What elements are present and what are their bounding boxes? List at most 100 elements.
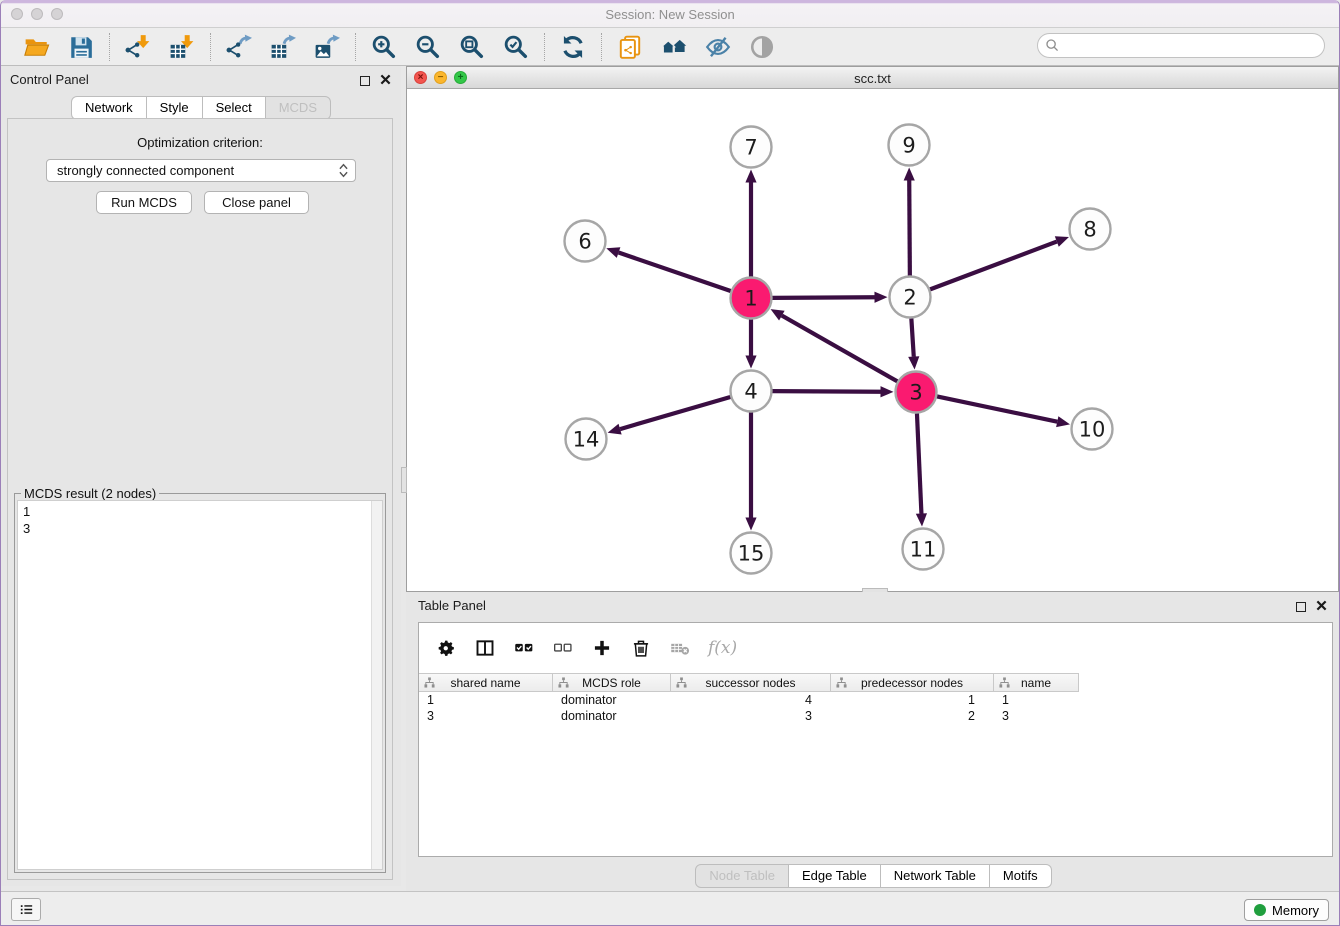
mcds-result-label: MCDS result (2 nodes)	[21, 486, 159, 501]
table-row[interactable]: 1dominator411	[419, 692, 1332, 708]
select-all-icon[interactable]	[513, 637, 535, 659]
optimization-criterion-label: Optimization criterion:	[8, 135, 392, 150]
edge-2-9[interactable]	[904, 167, 915, 275]
open-session-icon[interactable]	[23, 33, 51, 61]
edge-2-8[interactable]	[930, 236, 1069, 289]
control-panel-title: Control Panel	[10, 72, 89, 87]
edge-1-6[interactable]	[606, 247, 730, 291]
zoom-out-icon[interactable]	[414, 33, 442, 61]
edge-1-2[interactable]	[772, 292, 887, 303]
column-header-MCDS-role[interactable]: MCDS role	[553, 674, 671, 691]
node-15[interactable]: 15	[731, 533, 772, 574]
import-network-icon[interactable]	[124, 33, 152, 61]
cell-shared-name[interactable]: 3	[419, 708, 553, 724]
search-box[interactable]	[1037, 33, 1325, 58]
cell-shared-name[interactable]: 1	[419, 692, 553, 708]
column-header-successor-nodes[interactable]: successor nodes	[671, 674, 831, 691]
panel-splitter-handle[interactable]	[401, 467, 407, 493]
table-row[interactable]: 3dominator323	[419, 708, 1332, 724]
table-close-panel-icon[interactable]	[1316, 598, 1327, 616]
svg-text:14: 14	[573, 428, 600, 452]
node-4[interactable]: 4	[731, 371, 772, 412]
close-panel-icon[interactable]	[380, 72, 391, 90]
cell-MCDS-role[interactable]: dominator	[553, 708, 671, 724]
task-history-button[interactable]	[11, 898, 41, 921]
mcds-result-text[interactable]: 1 3	[17, 500, 383, 870]
run-mcds-button[interactable]: Run MCDS	[96, 191, 192, 214]
node-14[interactable]: 14	[566, 419, 607, 460]
cell-name[interactable]: 1	[994, 692, 1079, 708]
node-8[interactable]: 8	[1070, 209, 1111, 250]
column-header-predecessor-nodes[interactable]: predecessor nodes	[831, 674, 994, 691]
import-table-icon[interactable]	[168, 33, 196, 61]
node-10[interactable]: 10	[1072, 409, 1113, 450]
node-11[interactable]: 11	[903, 529, 944, 570]
window-titlebar: Session: New Session	[1, 0, 1339, 28]
search-icon	[1045, 38, 1060, 53]
apply-function-icon[interactable]: f(x)	[708, 638, 737, 658]
edge-1-4[interactable]	[745, 320, 756, 369]
result-scrollbar[interactable]	[371, 501, 382, 869]
save-session-icon[interactable]	[67, 33, 95, 61]
cell-successor-nodes[interactable]: 4	[671, 692, 831, 708]
add-row-icon[interactable]	[591, 637, 613, 659]
delete-table-icon[interactable]	[669, 637, 691, 659]
network-canvas[interactable]: 7 9 6 8 1 2 4 3 14 10 15 11	[407, 89, 1338, 591]
edge-1-7[interactable]	[745, 170, 756, 277]
clear-selection-icon[interactable]	[552, 637, 574, 659]
zoom-in-icon[interactable]	[370, 33, 398, 61]
search-input[interactable]	[1060, 36, 1324, 56]
float-panel-icon[interactable]	[360, 76, 370, 86]
cell-successor-nodes[interactable]: 3	[671, 708, 831, 724]
node-2[interactable]: 2	[890, 277, 931, 318]
close-panel-button[interactable]: Close panel	[204, 191, 309, 214]
svg-text:10: 10	[1079, 418, 1106, 442]
edge-3-11[interactable]	[916, 413, 927, 526]
tab-style[interactable]: Style	[147, 96, 203, 120]
edge-4-15[interactable]	[745, 413, 756, 531]
delete-row-icon[interactable]	[630, 637, 652, 659]
tab-node-table[interactable]: Node Table	[695, 864, 789, 888]
memory-button[interactable]: Memory	[1244, 899, 1329, 921]
export-image-icon[interactable]	[313, 33, 341, 61]
edge-4-14[interactable]	[608, 397, 731, 434]
cell-MCDS-role[interactable]: dominator	[553, 692, 671, 708]
edge-2-3[interactable]	[908, 318, 919, 369]
node-3[interactable]: 3	[896, 372, 937, 413]
columns-icon[interactable]	[474, 637, 496, 659]
tab-motifs[interactable]: Motifs	[990, 864, 1052, 888]
hide-selected-icon[interactable]	[704, 33, 732, 61]
network-overview-icon[interactable]	[660, 33, 688, 61]
network-graph[interactable]: 7 9 6 8 1 2 4 3 14 10 15 11	[407, 89, 1338, 591]
svg-text:11: 11	[910, 538, 937, 562]
cell-name[interactable]: 3	[994, 708, 1079, 724]
column-header-shared-name[interactable]: shared name	[419, 674, 553, 691]
apply-layout-icon[interactable]	[559, 33, 587, 61]
tab-network-table[interactable]: Network Table	[881, 864, 990, 888]
column-header-name[interactable]: name	[994, 674, 1079, 691]
edge-4-3[interactable]	[772, 386, 893, 397]
node-1[interactable]: 1	[731, 278, 772, 319]
table-float-panel-icon[interactable]	[1296, 602, 1306, 612]
tab-select[interactable]: Select	[203, 96, 266, 120]
edge-3-10[interactable]	[937, 396, 1070, 427]
window-title: Session: New Session	[1, 0, 1339, 28]
tab-network[interactable]: Network	[71, 96, 147, 120]
node-6[interactable]: 6	[565, 221, 606, 262]
node-7[interactable]: 7	[731, 127, 772, 168]
zoom-fit-icon[interactable]	[458, 33, 486, 61]
edge-3-1[interactable]	[771, 309, 898, 381]
tab-edge-table[interactable]: Edge Table	[789, 864, 881, 888]
zoom-selected-icon[interactable]	[502, 33, 530, 61]
show-hidden-icon[interactable]	[748, 33, 776, 61]
node-9[interactable]: 9	[889, 125, 930, 166]
cell-predecessor-nodes[interactable]: 2	[831, 708, 994, 724]
cell-predecessor-nodes[interactable]: 1	[831, 692, 994, 708]
clone-network-icon[interactable]	[616, 33, 644, 61]
tab-mcds[interactable]: MCDS	[266, 96, 331, 120]
export-table-icon[interactable]	[269, 33, 297, 61]
network-window-titlebar[interactable]: × − + scc.txt	[407, 67, 1338, 89]
criterion-select[interactable]: strongly connected component	[46, 159, 356, 182]
settings-icon[interactable]	[435, 637, 457, 659]
export-network-icon[interactable]	[225, 33, 253, 61]
